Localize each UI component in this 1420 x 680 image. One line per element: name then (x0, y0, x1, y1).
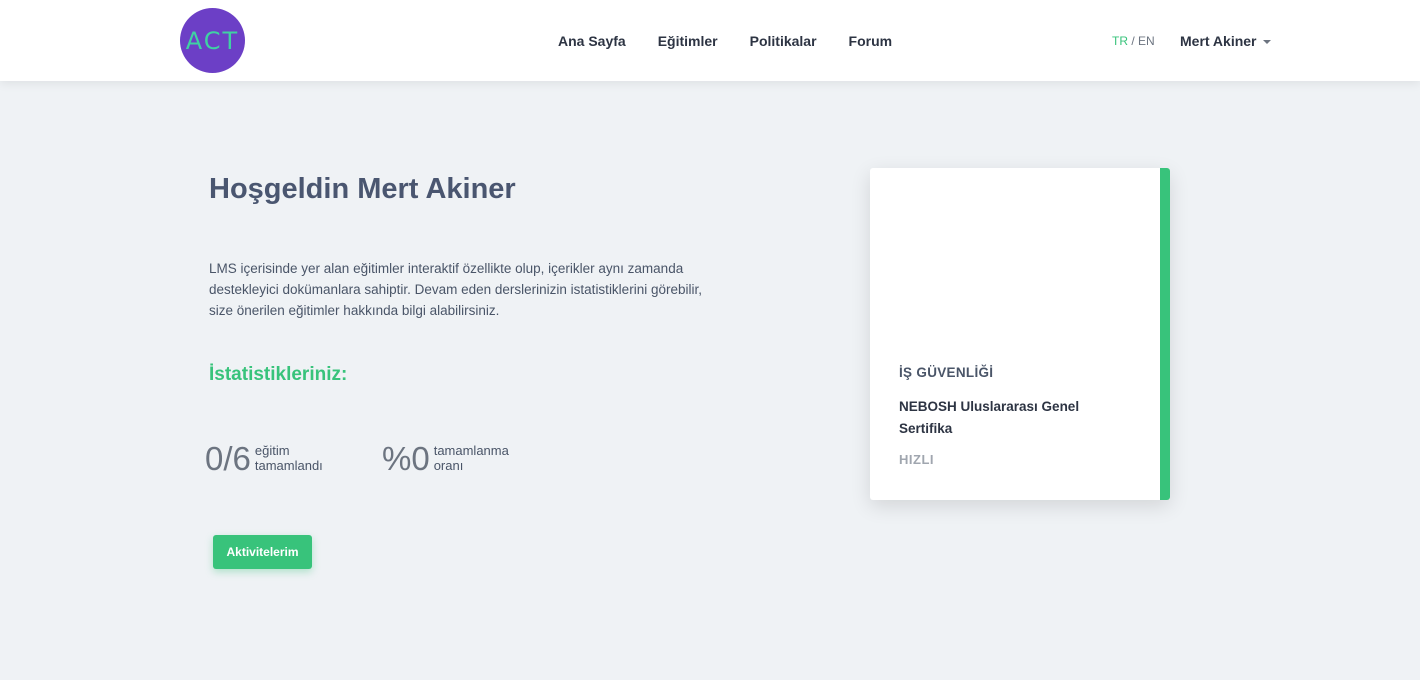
top-navbar: ACT Ana Sayfa Eğitimler Politikalar Foru… (0, 0, 1420, 81)
course-category: İŞ GÜVENLİĞİ (899, 365, 994, 380)
card-accent-stripe (1160, 168, 1170, 500)
stat-label-line1: tamamlanma (433, 443, 509, 458)
course-title: NEBOSH Uluslararası Genel Sertifika (899, 399, 1080, 436)
stat-completion-rate: %0 tamamlanma oranı (382, 441, 509, 477)
stat-value: %0 (382, 440, 430, 477)
nav-trainings[interactable]: Eğitimler (658, 33, 718, 49)
act-logo[interactable]: ACT (180, 8, 245, 73)
activities-button[interactable]: Aktivitelerim (213, 535, 312, 569)
nav-home[interactable]: Ana Sayfa (558, 33, 626, 49)
stat-label-line1: eğitim (254, 443, 290, 458)
stats-title: İstatistikleriniz: (209, 364, 348, 385)
nav-forum[interactable]: Forum (849, 33, 893, 49)
stat-label-line2: tamamlandı (254, 458, 323, 473)
intro-text: LMS içerisinde yer alan eğitimler intera… (209, 261, 702, 318)
user-menu[interactable]: Mert Akiner (1180, 33, 1271, 49)
nav-policies[interactable]: Politikalar (750, 33, 817, 49)
lang-separator: / (1131, 34, 1135, 48)
lang-en[interactable]: EN (1138, 34, 1155, 48)
main-nav: Ana Sayfa Eğitimler Politikalar Forum (558, 33, 924, 49)
language-switcher: TR / EN (1112, 34, 1155, 48)
recommended-course-card[interactable]: İŞ GÜVENLİĞİ NEBOSH Uluslararası Genel S… (870, 168, 1170, 500)
lang-tr[interactable]: TR (1112, 34, 1128, 48)
stat-label-line2: oranı (433, 458, 464, 473)
welcome-heading: Hoşgeldin Mert Akiner (209, 173, 516, 205)
logo-text: ACT (185, 26, 240, 55)
stat-label: tamamlanma oranı (434, 443, 509, 473)
stat-completed-trainings: 0/6 eğitim tamamlandı (205, 441, 323, 477)
stat-value: 0/6 (205, 440, 251, 477)
course-level: HIZLI (899, 452, 934, 467)
stat-label: eğitim tamamlandı (255, 443, 323, 473)
caret-down-icon (1262, 40, 1271, 44)
user-name: Mert Akiner (1180, 33, 1257, 49)
